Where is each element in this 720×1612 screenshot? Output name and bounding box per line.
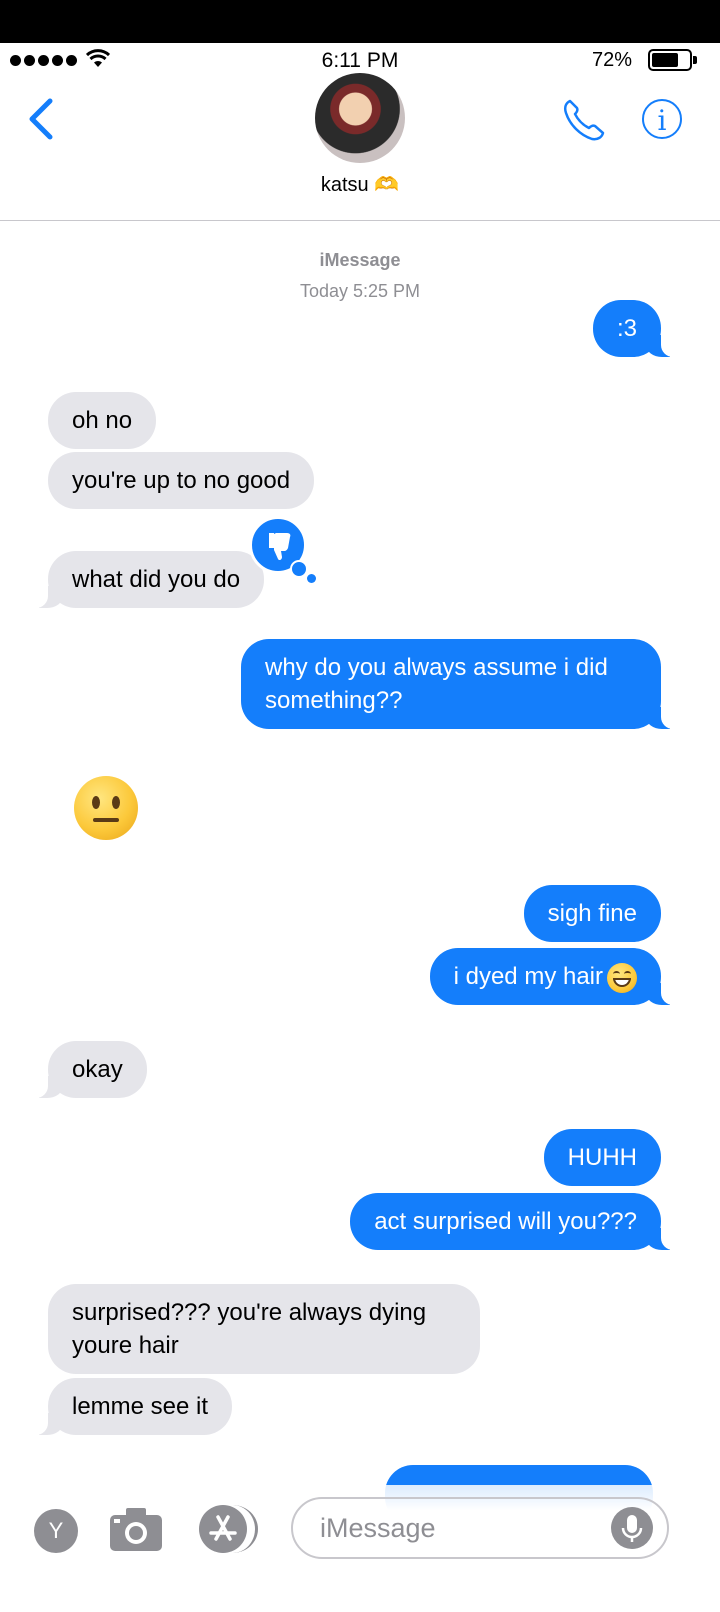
thread-timestamp: Today 5:25 PM xyxy=(299,281,421,301)
message-bubble-incoming[interactable]: what did you do xyxy=(33,551,265,608)
message-composer: Y iMessage xyxy=(0,1485,720,1612)
message-input-placeholder: iMessage xyxy=(320,1513,436,1543)
service-label: iMessage xyxy=(319,250,401,270)
grinning-face-emoji xyxy=(607,962,637,993)
info-icon[interactable]: i xyxy=(642,99,682,139)
chevron-left-icon[interactable] xyxy=(26,97,56,141)
message-bubble-incoming[interactable]: okay xyxy=(34,1041,147,1098)
neutral-face-emoji[interactable] xyxy=(74,776,138,840)
tapback-bubble-dot xyxy=(290,560,308,578)
microphone-icon[interactable] xyxy=(611,1507,653,1549)
app-store-glyph xyxy=(209,1515,237,1541)
battery-icon xyxy=(648,49,697,71)
message-bubble-outgoing[interactable]: act surprised will you??? xyxy=(350,1193,675,1250)
message-bubble-outgoing[interactable]: :3 xyxy=(592,300,676,357)
contact-avatar[interactable] xyxy=(315,73,405,163)
app-store-icon[interactable] xyxy=(199,1505,258,1553)
contact-name[interactable]: katsu 🫶 xyxy=(0,172,720,197)
tapback-bubble-dot xyxy=(307,574,316,583)
battery-percent: 72% xyxy=(591,49,632,71)
message-bubble-incoming[interactable]: lemme see it xyxy=(33,1378,233,1435)
top-black-bar xyxy=(0,0,720,43)
camera-icon[interactable] xyxy=(108,1505,164,1553)
message-text: i dyed my hair xyxy=(453,963,603,990)
message-input[interactable]: iMessage xyxy=(291,1497,669,1559)
phone-icon[interactable] xyxy=(562,97,606,141)
app-drawer-button[interactable]: Y xyxy=(34,1509,78,1553)
message-bubble-incoming[interactable]: surprised??? you're always dying youre h… xyxy=(48,1284,480,1374)
message-bubble-outgoing[interactable]: sigh fine xyxy=(523,885,661,942)
message-bubble-outgoing[interactable]: HUHH xyxy=(543,1129,661,1186)
conversation-header: katsu 🫶 i xyxy=(0,73,720,221)
microphone-glyph xyxy=(621,1515,643,1542)
message-bubble-incoming[interactable]: oh no xyxy=(48,392,157,449)
message-bubble-outgoing[interactable]: i dyed my hair xyxy=(429,948,676,1005)
message-bubble-incoming[interactable]: you're up to no good xyxy=(48,452,315,509)
message-bubble-outgoing[interactable]: why do you always assume i did something… xyxy=(241,639,675,729)
